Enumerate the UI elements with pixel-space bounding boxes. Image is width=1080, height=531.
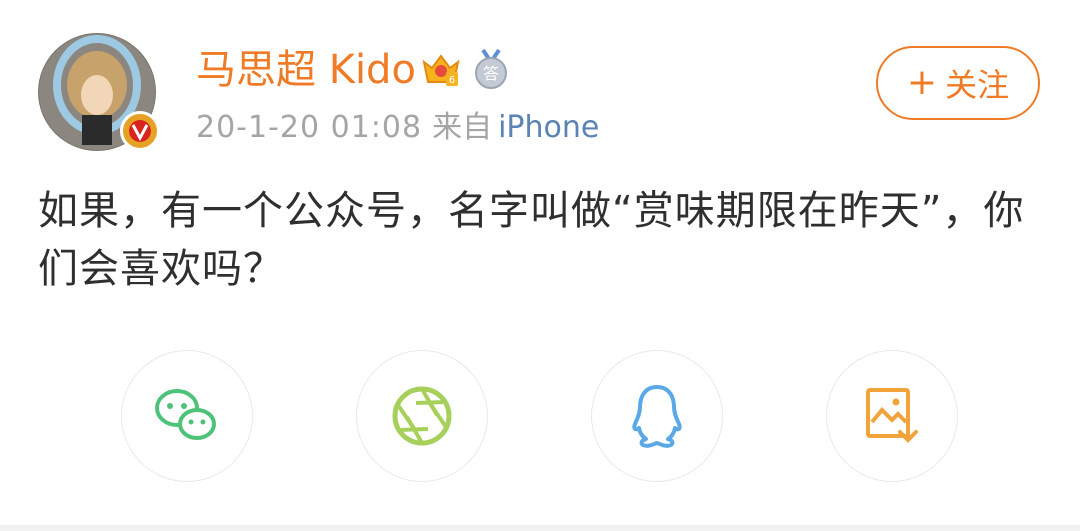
follow-button[interactable]: + 关注 (876, 46, 1040, 120)
bottom-divider (0, 525, 1080, 531)
share-moments-button[interactable] (356, 350, 488, 482)
source-prefix: 来自 (432, 110, 493, 145)
post-text: 如果，有一个公众号，名字叫做“赏味期限在昨天”，你们会喜欢吗？ (38, 188, 1025, 292)
svg-text:6: 6 (449, 75, 455, 86)
post-timestamp: 20-1-20 01:08 (196, 110, 423, 145)
author-badges: 6 答 (420, 48, 512, 90)
save-image-icon (866, 388, 918, 443)
wechat-icon (155, 389, 216, 440)
crown-vip-badge-icon[interactable]: 6 (420, 48, 462, 90)
share-qq-button[interactable] (591, 350, 723, 482)
source-link[interactable]: iPhone (498, 110, 599, 145)
follow-button-label: 关注 (945, 66, 1010, 104)
verified-v-badge (120, 111, 160, 151)
qq-icon (632, 385, 682, 448)
plus-icon: + (906, 62, 938, 103)
save-image-button[interactable] (826, 350, 958, 482)
share-wechat-button[interactable] (121, 350, 253, 482)
author-avatar-wrapper[interactable] (38, 33, 160, 151)
wechat-moments-icon (392, 386, 452, 446)
verified-v-icon (125, 116, 155, 146)
post-meta: 20-1-20 01:08 来自 iPhone (196, 108, 599, 148)
medal-answer-badge-icon[interactable]: 答 (470, 48, 512, 90)
medal-answer-text: 答 (483, 64, 499, 83)
author-name[interactable]: 马思超 Kido (196, 46, 416, 94)
